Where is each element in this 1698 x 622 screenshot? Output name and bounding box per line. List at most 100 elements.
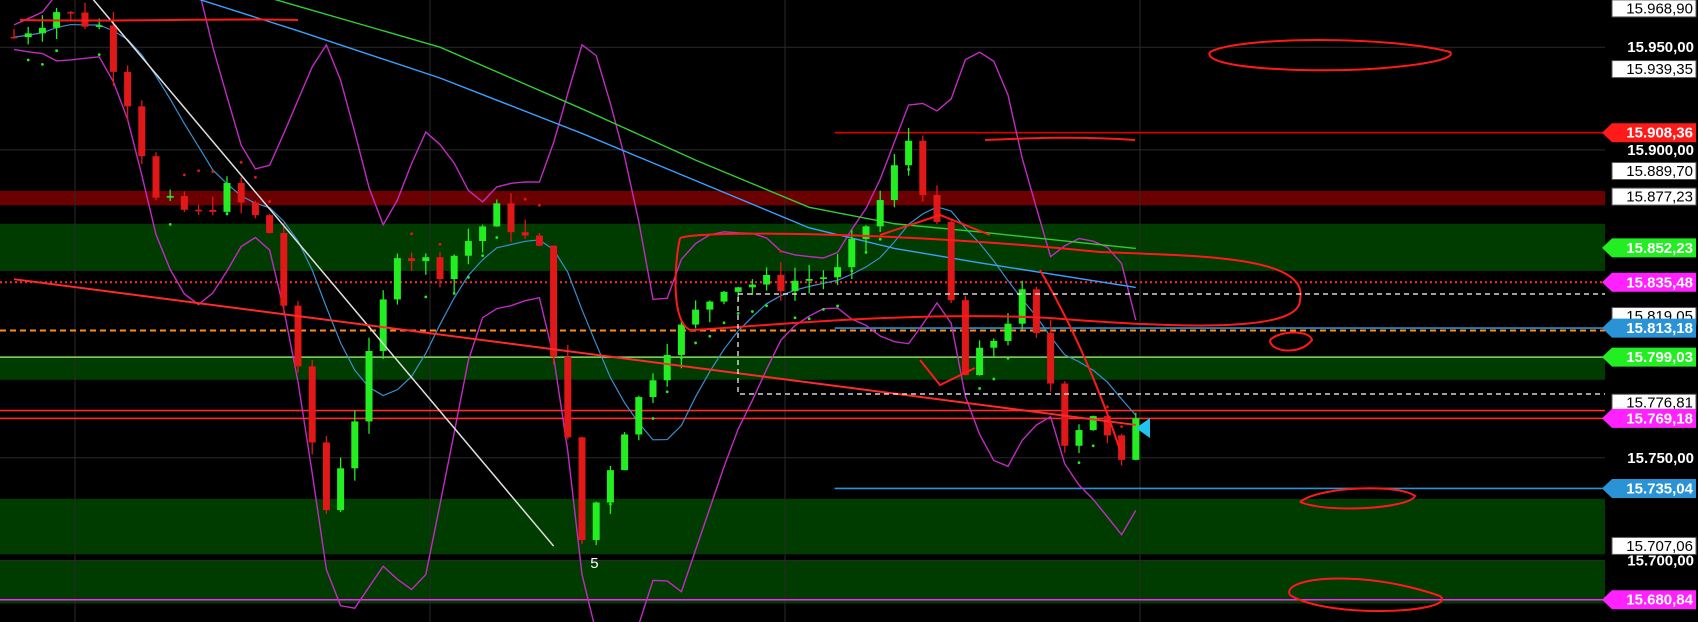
price-label-text: 15.813,18 [1626,320,1693,337]
candle-body [592,502,600,541]
zone-band [0,498,1605,555]
candle-body [67,12,75,14]
candle-body [550,245,558,357]
candle-body [890,165,898,201]
candle-body [195,209,203,212]
candle-body [351,421,359,469]
sar-dot [168,223,172,226]
price-label-text: 15.852,23 [1626,240,1693,257]
sar-dot [481,254,484,258]
candle-body [294,305,302,367]
zone-band [0,357,1605,380]
sar-dot [978,387,981,390]
price-label-text: 15.835,48 [1626,274,1693,291]
sar-dot [992,377,996,381]
candle-body [450,255,458,280]
price-label-text: 15.799,03 [1626,349,1693,366]
price-axis: 15.750,00 15.700,00 15.950,00 15.900,00 15.9… [1602,0,1698,622]
candle-body [166,195,174,198]
price-label-text: 15.877,23 [1626,189,1693,206]
candle-body [1004,323,1012,341]
sar-dot [438,242,442,246]
sar-dot [495,236,499,239]
candle-body [706,301,714,310]
sar-dot [211,170,215,174]
sar-dot [779,249,783,253]
y-tick-label: 15.900,00 [1627,142,1694,159]
sar-dot [1091,444,1095,448]
candle-body [734,287,742,292]
price-label-text: 15.769,18 [1626,410,1693,427]
sar-dot [523,197,527,201]
candle-body [848,239,856,268]
sar-dot [268,200,271,203]
candle-body [791,280,799,292]
zone-band [0,560,1605,604]
candle-body [663,354,671,381]
wave-label: 5 [590,555,598,572]
sar-dot [822,307,825,311]
price-label-text: 15.707,06 [1626,538,1693,555]
sar-dot [1077,461,1081,465]
price-label-text: 15.735,04 [1626,480,1693,497]
candle-body [393,258,401,300]
sar-dot [26,58,30,62]
candle-body [805,279,813,281]
candle-body [578,437,586,541]
candle-body [180,195,188,210]
y-tick-label: 15.950,00 [1627,39,1694,56]
sar-dot [1106,405,1109,409]
candle-body [876,200,884,227]
candle-body [677,324,685,355]
sar-dot [97,53,101,57]
y-tick-label: 15.700,00 [1627,552,1694,569]
candle-body [464,241,472,256]
candle-body [223,183,231,212]
sar-dot [55,49,58,53]
candle-body [365,350,373,422]
candle-body [777,274,785,292]
candle-body [635,397,643,435]
candle-body [124,71,132,107]
candle-body [521,232,529,236]
candle-body [720,291,728,302]
sar-dot [1006,356,1010,360]
candle-body [990,340,998,348]
candle-body [152,156,160,198]
price-label-text: 15.889,70 [1626,163,1693,180]
candle-body [38,27,46,34]
sar-dot [694,341,697,345]
candle-body [748,284,756,288]
candle-body [493,203,501,227]
sar-dot [793,316,797,320]
y-tick-label: 15.750,00 [1627,450,1694,467]
candle-body [947,221,955,301]
candle-body [976,347,984,376]
candle-body [961,300,969,376]
sar-dot [183,173,186,177]
candle-body [1047,332,1055,384]
freehand-drawing [19,18,299,22]
price-label-text: 15.968,90 [1626,0,1693,17]
sar-dot [807,317,811,321]
candle-body [535,235,543,246]
candle-body [251,202,259,216]
candle-body [905,140,913,166]
sar-dot [239,160,243,164]
candle-body [564,356,572,438]
candle-body [1032,289,1040,333]
candle-body [109,25,117,72]
sar-dot [878,237,882,241]
candle-body [649,380,657,398]
candle-body [138,106,146,157]
sar-dot [1120,425,1123,429]
candle-body [436,257,444,280]
candle-body [819,277,827,280]
candle-body [862,226,870,240]
sar-dot [538,203,541,207]
candle-body [479,226,487,242]
sar-dot [765,304,768,308]
sar-dot [836,304,839,308]
candle-body [24,33,32,38]
candle-body [507,203,515,233]
